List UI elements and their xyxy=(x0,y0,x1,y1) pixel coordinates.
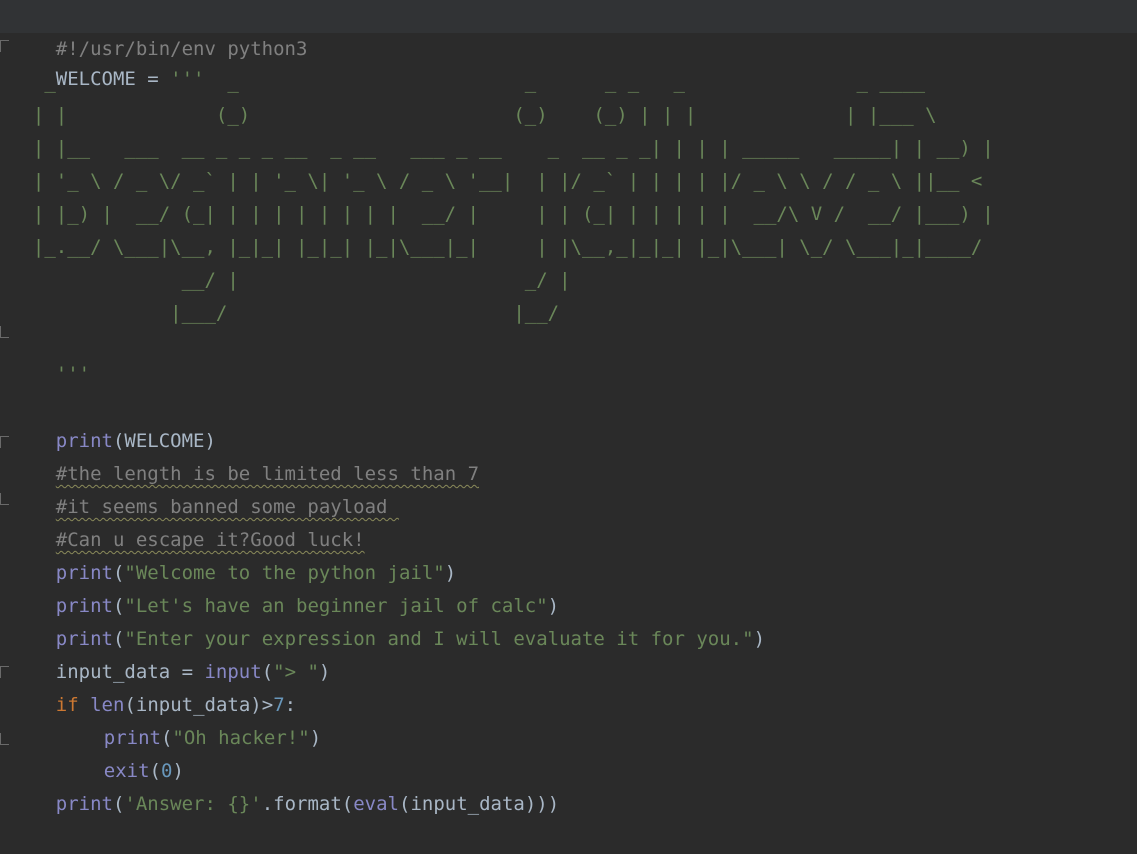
fold-marker-comment-icon[interactable] xyxy=(0,436,9,448)
fold-end-marker-comment-icon[interactable] xyxy=(0,493,9,505)
print-function: print xyxy=(55,793,113,815)
closing-parens: ))) xyxy=(524,793,560,815)
string-answer-format: 'Answer: {}' xyxy=(124,793,262,815)
fold-end-marker-if-icon[interactable] xyxy=(0,733,9,745)
code-line-print-welcome-jail: print("Welcome to the python jail") xyxy=(0,524,1137,584)
code-line-print-hacker: print("Oh hacker!") xyxy=(0,689,1137,749)
fold-marker-icon[interactable] xyxy=(0,40,9,52)
code-line-input: input_data = input("> ") xyxy=(0,623,1137,683)
triple-quote-close: ''' xyxy=(55,363,91,385)
code-line-welcome-assign: WELCOME = ''' xyxy=(0,30,1137,90)
code-line-shebang: #!/usr/bin/env python3 xyxy=(0,0,1137,60)
eval-argument: input_data xyxy=(410,793,525,815)
code-line-triple-quote-close: ''' xyxy=(0,325,1137,385)
code-line-print-welcome: print(WELCOME) xyxy=(0,392,1137,452)
fold-marker-if-icon[interactable] xyxy=(0,666,9,678)
ascii-art-banner: _ _ _ _ _ _ _ ____ | | (_) (_) (_) | | |… xyxy=(32,71,994,324)
code-line-comment-1: #the length is be limited less than 7 xyxy=(0,425,1137,485)
format-call: .format( xyxy=(261,793,354,815)
open-paren: ( xyxy=(398,793,411,815)
fold-end-marker-icon[interactable] xyxy=(0,326,9,338)
code-line-print-enter: print("Enter your expression and I will … xyxy=(0,590,1137,650)
code-line-exit: exit(0) xyxy=(0,722,1137,782)
eval-function: eval xyxy=(353,793,399,815)
code-line-comment-2: #it seems banned some payload xyxy=(0,458,1137,518)
code-line-if-len: if len(input_data)>7: xyxy=(0,656,1137,716)
code-editor[interactable]: #!/usr/bin/env python3 WELCOME = ''' _ _… xyxy=(0,0,1137,830)
code-line-print-beginner: print("Let's have an beginner jail of ca… xyxy=(0,557,1137,617)
code-line-comment-3: #Can u escape it?Good luck! xyxy=(0,491,1137,551)
open-paren: ( xyxy=(112,793,125,815)
code-line-print-answer: print('Answer: {}'.format(eval(input_dat… xyxy=(0,755,1137,815)
